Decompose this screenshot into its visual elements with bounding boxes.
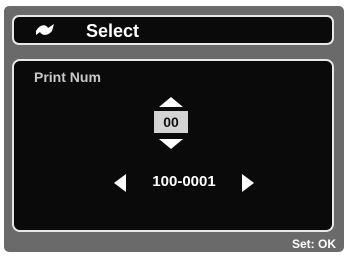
camera-screen: Select Print Num 00 100-0001 Set: OK — [4, 6, 344, 252]
print-num-panel: Print Num 00 100-0001 — [12, 59, 334, 232]
quantity-value[interactable]: 00 — [154, 111, 188, 133]
arrow-up-icon[interactable] — [159, 97, 183, 107]
arrow-left-icon[interactable] — [114, 174, 126, 192]
file-number: 100-0001 — [152, 173, 216, 190]
arrow-right-icon[interactable] — [242, 174, 254, 192]
print-icon — [36, 24, 54, 35]
quantity-stepper[interactable]: 00 — [151, 97, 191, 149]
menu-header: Select — [12, 15, 334, 45]
page-title: Select — [86, 21, 140, 41]
file-selector[interactable]: 100-0001 — [114, 171, 254, 195]
print-num-label: Print Num — [34, 69, 101, 85]
set-ok-hint: Set: OK — [291, 237, 336, 251]
arrow-down-icon[interactable] — [159, 139, 183, 149]
